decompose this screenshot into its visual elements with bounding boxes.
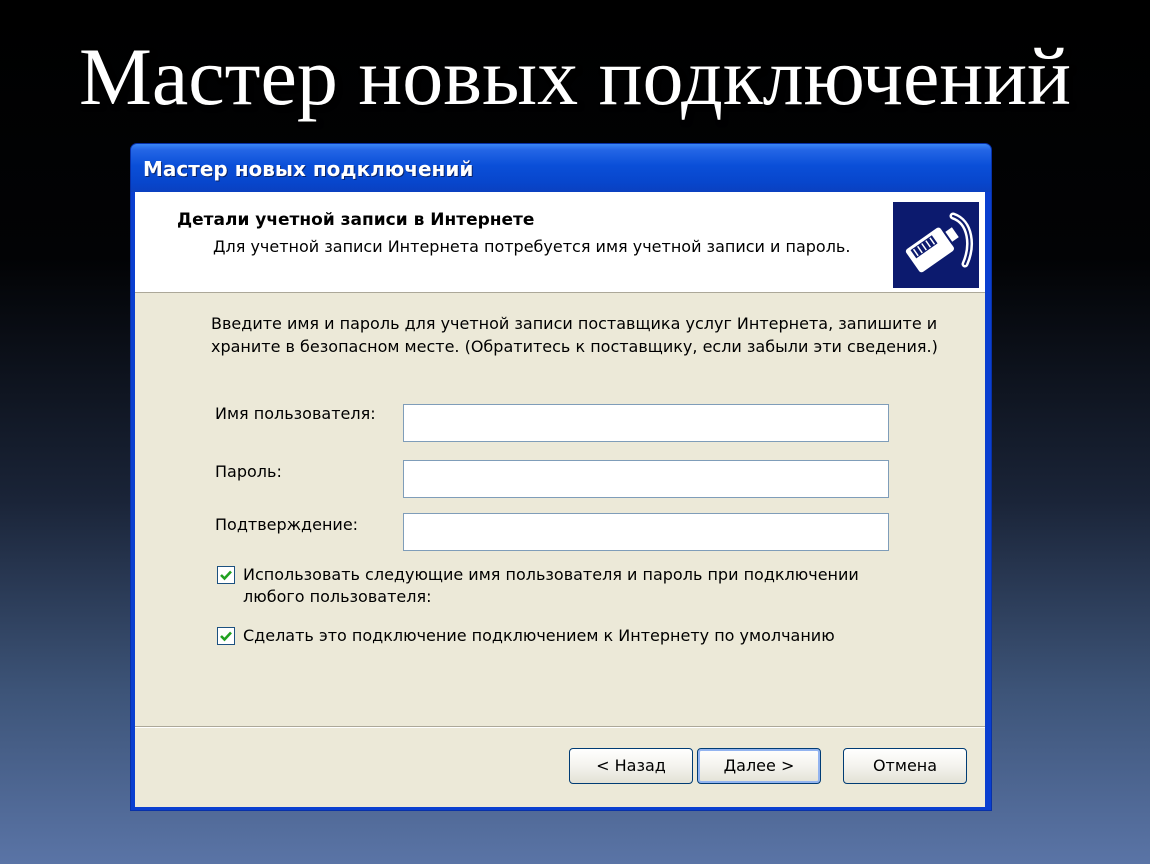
network-cable-icon <box>893 202 979 288</box>
header-title: Детали учетной записи в Интернете <box>177 210 535 230</box>
wizard-window: Мастер новых подключений Детали учетной … <box>130 143 992 811</box>
password-field[interactable] <box>403 460 889 498</box>
confirm-label: Подтверждение: <box>215 515 359 534</box>
wizard-header: Детали учетной записи в Интернете Для уч… <box>135 192 985 293</box>
checkmark-icon <box>220 570 232 581</box>
slide-title: Мастер новых подключений <box>78 31 1072 122</box>
window-titlebar[interactable]: Мастер новых подключений <box>131 144 991 192</box>
header-subtitle: Для учетной записи Интернета потребуется… <box>213 237 851 256</box>
footer-divider <box>135 726 985 728</box>
username-label: Имя пользователя: <box>215 404 376 423</box>
use-for-all-checkbox[interactable] <box>217 566 235 584</box>
password-label: Пароль: <box>215 462 282 481</box>
default-connection-checkbox[interactable] <box>217 627 235 645</box>
confirm-password-field[interactable] <box>403 513 889 551</box>
checkmark-icon <box>220 631 232 642</box>
instructions-text: Введите имя и пароль для учетной записи … <box>211 314 938 356</box>
next-button[interactable]: Далее > <box>697 748 821 784</box>
default-connection-label[interactable]: Сделать это подключение подключением к И… <box>243 625 923 647</box>
username-field[interactable] <box>403 404 889 442</box>
use-for-all-label[interactable]: Использовать следующие имя пользователя … <box>243 564 923 608</box>
wizard-content: Детали учетной записи в Интернете Для уч… <box>135 192 985 807</box>
window-title: Мастер новых подключений <box>143 157 474 181</box>
back-button[interactable]: < Назад <box>569 748 693 784</box>
cancel-button[interactable]: Отмена <box>843 748 967 784</box>
